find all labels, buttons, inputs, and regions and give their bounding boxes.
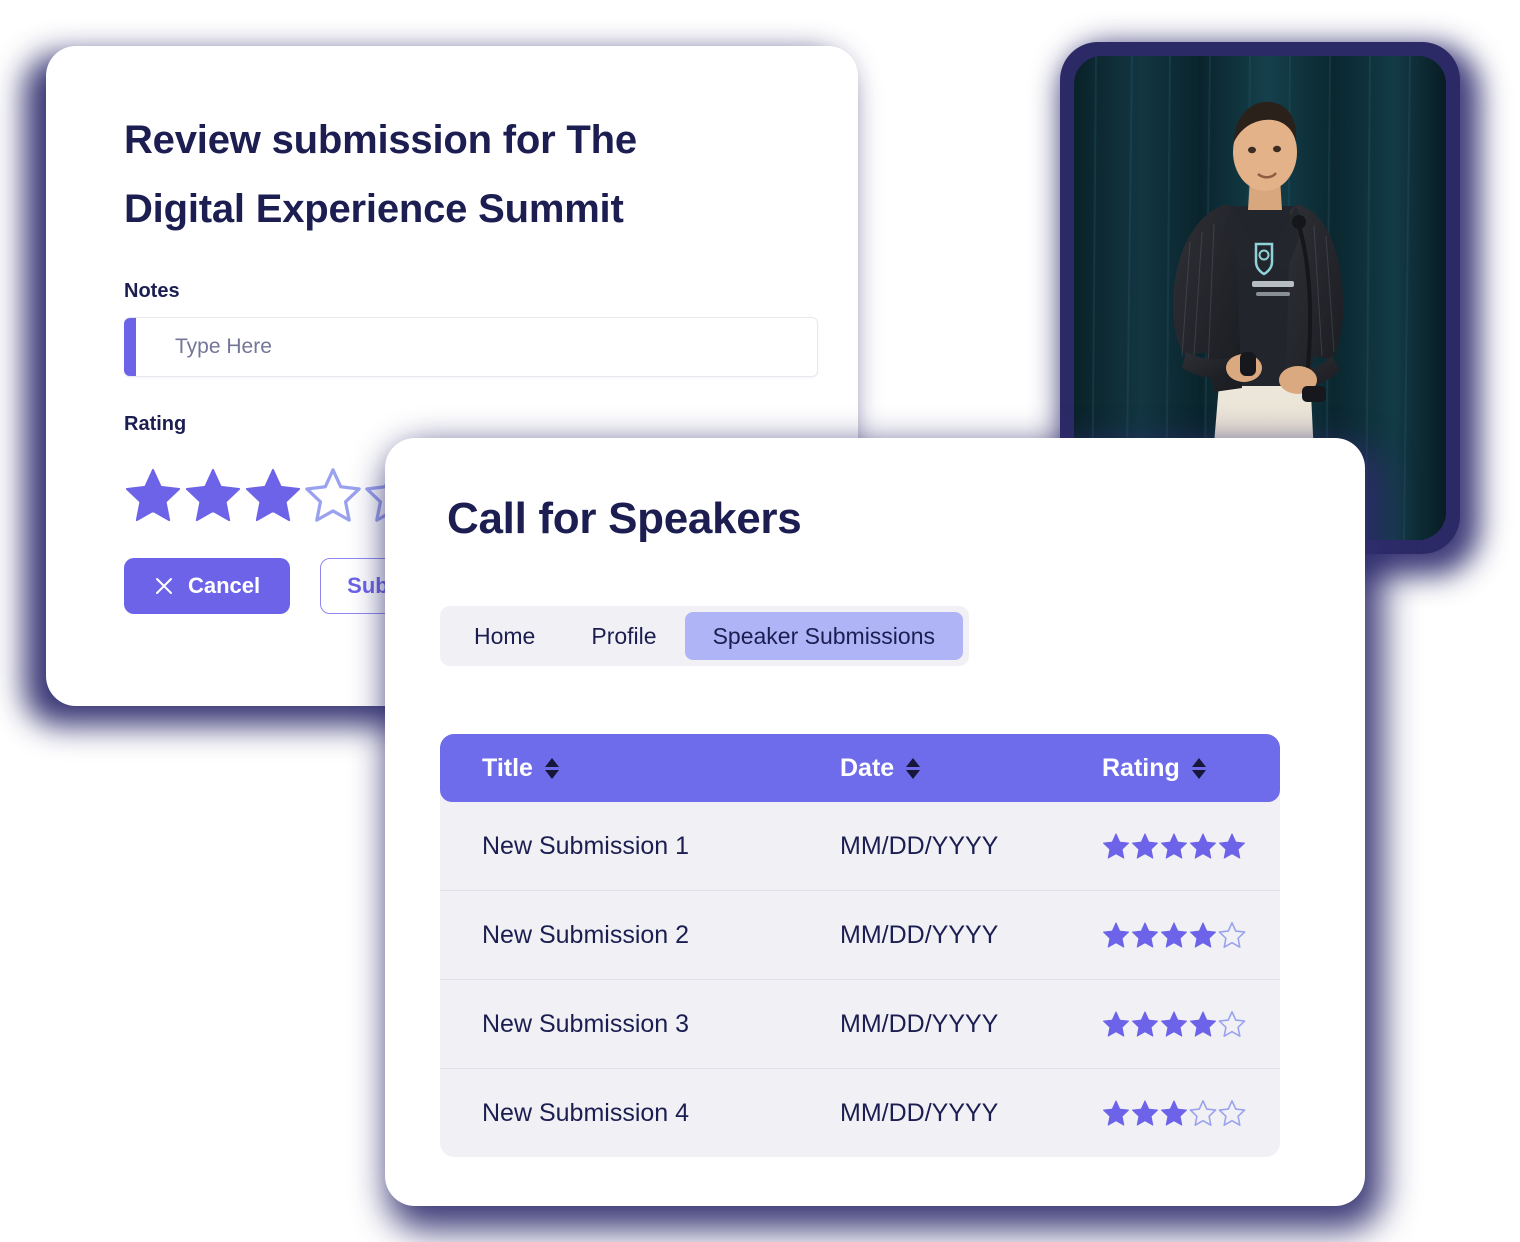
row-star-filled[interactable] xyxy=(1189,832,1217,860)
cell-rating xyxy=(1102,921,1280,949)
row-star-filled[interactable] xyxy=(1218,832,1246,860)
cell-date: MM/DD/YYYY xyxy=(840,831,999,860)
table-row[interactable]: New Submission 1 MM/DD/YYYY xyxy=(440,802,1280,890)
cell-rating xyxy=(1102,832,1280,860)
row-star-filled[interactable] xyxy=(1160,921,1188,949)
row-star-filled[interactable] xyxy=(1102,832,1130,860)
speakers-card-title: Call for Speakers xyxy=(447,494,802,543)
notes-placeholder-text: Type Here xyxy=(175,334,272,358)
row-star-filled[interactable] xyxy=(1102,1010,1130,1038)
row-star-filled[interactable] xyxy=(1131,1099,1159,1127)
cancel-button[interactable]: Cancel xyxy=(124,557,291,614)
notes-accent-bar xyxy=(124,317,136,376)
nav-item-label: Home xyxy=(474,622,536,649)
row-star-empty[interactable] xyxy=(1218,921,1246,949)
cell-title: New Submission 4 xyxy=(482,1098,690,1127)
table-header-row: Title Date Rating xyxy=(440,734,1280,802)
row-star-filled[interactable] xyxy=(1189,921,1217,949)
row-star-filled[interactable] xyxy=(1131,921,1159,949)
column-header-label: Rating xyxy=(1102,753,1180,782)
rating-star-filled[interactable] xyxy=(124,466,182,524)
rating-star-filled[interactable] xyxy=(184,466,242,524)
sort-toggle-icon[interactable] xyxy=(1191,757,1206,779)
sort-toggle-icon[interactable] xyxy=(544,757,559,779)
row-star-filled[interactable] xyxy=(1160,832,1188,860)
nav-item-speaker-submissions[interactable]: Speaker Submissions xyxy=(684,612,964,660)
row-star-filled[interactable] xyxy=(1102,921,1130,949)
row-star-filled[interactable] xyxy=(1189,1010,1217,1038)
cell-rating xyxy=(1102,1099,1280,1127)
close-icon xyxy=(156,577,172,594)
nav-item-label: Profile xyxy=(591,622,657,649)
row-star-filled[interactable] xyxy=(1131,832,1159,860)
primary-nav: Home Profile Speaker Submissions xyxy=(440,606,970,666)
table-row[interactable]: New Submission 3 MM/DD/YYYY xyxy=(440,979,1280,1068)
table-row[interactable]: New Submission 2 MM/DD/YYYY xyxy=(440,890,1280,979)
notes-input[interactable]: Type Here xyxy=(124,316,818,377)
cell-date: MM/DD/YYYY xyxy=(840,1009,999,1038)
cancel-button-label: Cancel xyxy=(188,572,261,598)
row-star-filled[interactable] xyxy=(1102,1099,1130,1127)
column-header-date[interactable]: Date xyxy=(840,754,1102,783)
column-header-title[interactable]: Title xyxy=(440,754,840,783)
row-star-empty[interactable] xyxy=(1218,1099,1246,1127)
call-for-speakers-card: Call for Speakers Home Profile Speaker Sub… xyxy=(385,438,1365,1206)
row-star-filled[interactable] xyxy=(1160,1010,1188,1038)
row-star-empty[interactable] xyxy=(1189,1099,1217,1127)
rating-star-filled[interactable] xyxy=(244,466,302,524)
row-star-filled[interactable] xyxy=(1160,1099,1188,1127)
cell-title: New Submission 2 xyxy=(482,920,690,949)
cell-title: New Submission 1 xyxy=(482,831,690,860)
row-star-filled[interactable] xyxy=(1131,1010,1159,1038)
submissions-table: Title Date Rating New Submission 1 MM/DD/YY… xyxy=(440,734,1280,1157)
nav-item-label: Speaker Submissions xyxy=(712,622,936,649)
review-card-title: Review submission for The Digital Experi… xyxy=(124,118,637,231)
composition-stage: Review submission for The Digital Experi… xyxy=(0,0,1520,1242)
column-header-rating[interactable]: Rating xyxy=(1102,754,1280,783)
table-row[interactable]: New Submission 4 MM/DD/YYYY xyxy=(440,1068,1280,1157)
cell-rating xyxy=(1102,1010,1280,1038)
table-body: New Submission 1 MM/DD/YYYY New Submission… xyxy=(440,802,1280,1157)
column-header-label: Title xyxy=(482,753,533,782)
cell-title: New Submission 3 xyxy=(482,1009,690,1038)
cell-date: MM/DD/YYYY xyxy=(840,920,999,949)
sort-toggle-icon[interactable] xyxy=(906,757,921,779)
rating-star-empty[interactable] xyxy=(304,466,362,524)
nav-item-profile[interactable]: Profile xyxy=(563,612,684,660)
nav-item-home[interactable]: Home xyxy=(446,612,563,660)
cell-date: MM/DD/YYYY xyxy=(840,1098,999,1127)
rating-label: Rating xyxy=(124,412,187,435)
column-header-label: Date xyxy=(840,753,895,782)
notes-label: Notes xyxy=(124,279,180,302)
row-star-empty[interactable] xyxy=(1218,1010,1246,1038)
